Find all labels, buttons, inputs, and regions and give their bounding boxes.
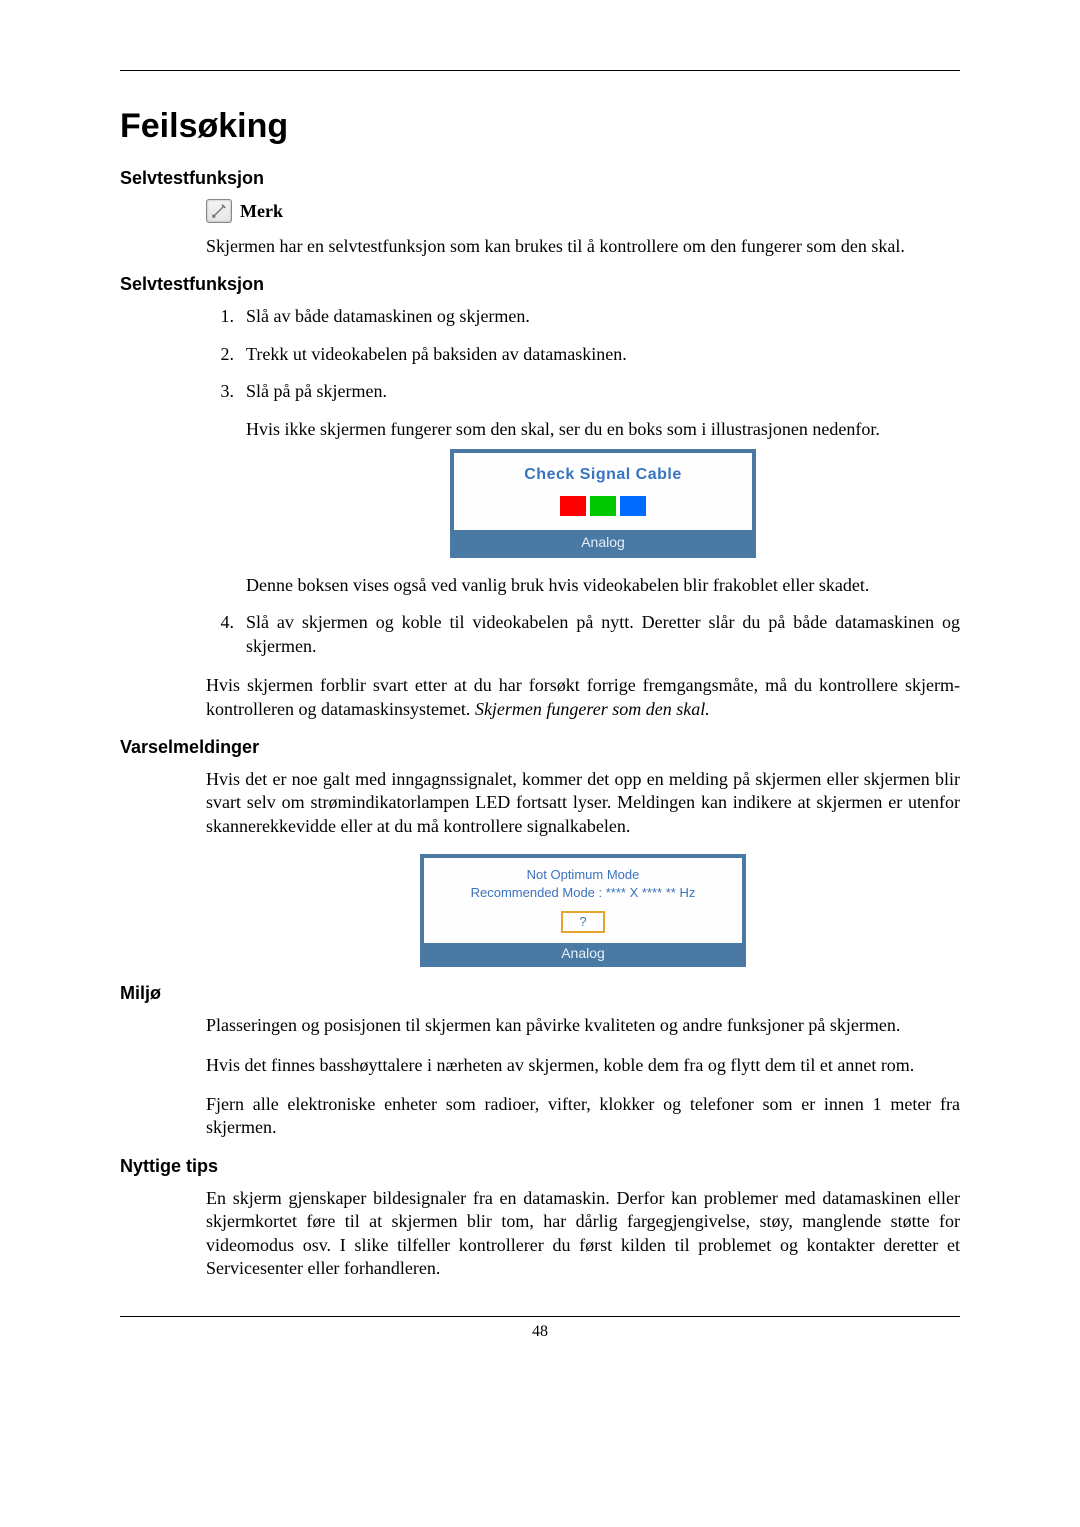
paragraph: Denne boksen vises også ved vanlig bruk … bbox=[246, 574, 960, 597]
osd-footer: Analog bbox=[454, 531, 752, 554]
page-number: 48 bbox=[120, 1323, 960, 1341]
document-page: Feilsøking Selvtestfunksjon Merk Skjerme… bbox=[0, 0, 1080, 1381]
osd-top: Not Optimum Mode Recommended Mode : ****… bbox=[423, 857, 743, 943]
paragraph: Plasseringen og posisjonen til skjermen … bbox=[206, 1014, 960, 1037]
section-heading-selvtest-1: Selvtestfunksjon bbox=[120, 168, 960, 189]
osd-button-row: ? bbox=[430, 911, 736, 933]
step-item: Slå på på skjermen. Hvis ikke skjermen f… bbox=[206, 380, 960, 597]
color-swatch-green bbox=[590, 496, 616, 516]
text-run-italic: Skjermen fungerer som den skal. bbox=[475, 699, 710, 719]
figure-not-optimum: Not Optimum Mode Recommended Mode : ****… bbox=[206, 854, 960, 967]
note-icon bbox=[206, 199, 232, 223]
paragraph: Hvis det er noe galt med inngagnssignale… bbox=[206, 768, 960, 838]
osd-help-button: ? bbox=[561, 911, 604, 933]
section-body: Plasseringen og posisjonen til skjermen … bbox=[206, 1014, 960, 1140]
paragraph: Hvis ikke skjermen fungerer som den skal… bbox=[246, 418, 960, 441]
paragraph: En skjerm gjenskaper bildesignaler fra e… bbox=[206, 1187, 960, 1281]
step-item: Slå av skjermen og koble til videokabele… bbox=[206, 611, 960, 658]
section-heading-tips: Nyttige tips bbox=[120, 1156, 960, 1177]
section-heading-selvtest-2: Selvtestfunksjon bbox=[120, 274, 960, 295]
section-heading-varsel: Varselmeldinger bbox=[120, 737, 960, 758]
paragraph: Fjern alle elektroniske enheter som radi… bbox=[206, 1093, 960, 1140]
steps-list: Slå av både datamaskinen og skjermen. Tr… bbox=[206, 305, 960, 658]
osd-top: Check Signal Cable bbox=[454, 453, 752, 531]
step-item: Trekk ut videokabelen på baksiden av dat… bbox=[206, 343, 960, 366]
color-swatch-red bbox=[560, 496, 586, 516]
osd-message: Check Signal Cable bbox=[458, 465, 748, 486]
osd-box: Not Optimum Mode Recommended Mode : ****… bbox=[420, 854, 746, 967]
note-label: Merk bbox=[240, 201, 283, 222]
osd-box: Check Signal Cable Analog bbox=[450, 449, 756, 558]
section-body: En skjerm gjenskaper bildesignaler fra e… bbox=[206, 1187, 960, 1281]
osd-flags bbox=[458, 496, 748, 516]
section-heading-miljo: Miljø bbox=[120, 983, 960, 1004]
section-body: Hvis det er noe galt med inngagnssignale… bbox=[206, 768, 960, 967]
step-item: Slå av både datamaskinen og skjermen. bbox=[206, 305, 960, 328]
step-text: Slå på på skjermen. bbox=[246, 381, 387, 401]
section-body: Merk Skjermen har en selvtestfunksjon so… bbox=[206, 199, 960, 258]
top-rule bbox=[120, 70, 960, 71]
figure-check-signal: Check Signal Cable Analog bbox=[246, 449, 960, 558]
bottom-rule bbox=[120, 1316, 960, 1317]
osd-line-2: Recommended Mode : **** X **** ** Hz bbox=[430, 884, 736, 902]
paragraph: Hvis det finnes basshøyttalere i nærhete… bbox=[206, 1054, 960, 1077]
paragraph: Skjermen har en selvtestfunksjon som kan… bbox=[206, 235, 960, 258]
osd-inner: Check Signal Cable Analog bbox=[453, 452, 753, 555]
color-swatch-blue bbox=[620, 496, 646, 516]
section-body: Slå av både datamaskinen og skjermen. Tr… bbox=[206, 305, 960, 721]
note-box: Merk bbox=[206, 199, 960, 223]
page-title: Feilsøking bbox=[120, 107, 960, 146]
paragraph: Hvis skjermen forblir svart etter at du … bbox=[206, 674, 960, 721]
osd-footer: Analog bbox=[423, 943, 743, 964]
osd-line-1: Not Optimum Mode bbox=[430, 866, 736, 884]
